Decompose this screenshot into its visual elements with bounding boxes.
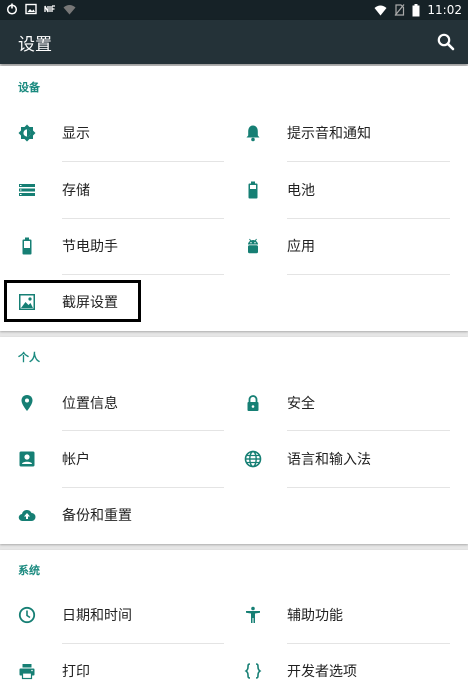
battery-icon: [412, 3, 420, 16]
section-personal: 个人 位置信息 安全 帐户 语言和输入法 备份和重置: [0, 337, 468, 544]
settings-item-backup-reset[interactable]: 备份和重置: [0, 487, 234, 543]
settings-item-storage[interactable]: 存储: [0, 162, 234, 218]
settings-item-printing[interactable]: 打印: [0, 643, 234, 686]
settings-item-sound-notification[interactable]: 提示音和通知: [234, 105, 468, 161]
settings-item-developer-options[interactable]: 开发者选项: [234, 643, 468, 686]
settings-item-label: 开发者选项: [287, 664, 357, 680]
settings-item-label: 安全: [287, 396, 315, 412]
account-icon: [19, 451, 35, 467]
settings-item-language-input[interactable]: 语言和输入法: [234, 431, 468, 487]
accessibility-icon: [246, 606, 260, 623]
settings-item-label: 打印: [62, 664, 90, 680]
section-system: 系统 日期和时间 辅助功能 打印 开发者选项: [0, 550, 468, 686]
highlight-box: [4, 280, 141, 322]
settings-item-label: 语言和输入法: [287, 452, 371, 468]
settings-item-date-time[interactable]: 日期和时间: [0, 587, 234, 643]
settings-item-display[interactable]: 显示: [0, 105, 234, 161]
settings-item-battery[interactable]: 电池: [234, 162, 468, 218]
globe-icon: [244, 450, 262, 468]
settings-item-accounts[interactable]: 帐户: [0, 431, 234, 487]
settings-item-label: 辅助功能: [287, 608, 343, 624]
location-pin-icon: [21, 395, 33, 411]
section-device: 设备 显示 提示音和通知 存储 电池 节电助手 应用 截屏设置: [0, 66, 468, 331]
settings-item-apps[interactable]: 应用: [234, 218, 468, 274]
wifi-icon: [63, 5, 76, 15]
settings-item-label: 日期和时间: [62, 608, 132, 624]
settings-item-label: 电池: [287, 183, 315, 199]
settings-item-security[interactable]: 安全: [234, 375, 468, 431]
settings-item-label: 帐户: [62, 452, 90, 468]
cloud-upload-icon: [18, 509, 36, 522]
battery-saver-icon: [22, 237, 32, 255]
section-header-system: 系统: [18, 564, 40, 577]
battery-icon: [248, 181, 258, 199]
settings-item-label: 显示: [62, 126, 90, 142]
settings-item-accessibility[interactable]: 辅助功能: [234, 587, 468, 643]
braces-icon: [244, 663, 262, 679]
bell-icon: [246, 125, 260, 142]
settings-item-label: 提示音和通知: [287, 126, 371, 142]
image-icon: [25, 3, 37, 15]
settings-item-power-saver[interactable]: 节电助手: [0, 218, 234, 274]
status-bar: 11:02: [0, 0, 468, 20]
settings-item-location[interactable]: 位置信息: [0, 375, 234, 431]
no-sim-icon: [394, 4, 405, 16]
printer-icon: [19, 664, 35, 680]
settings-item-label: 备份和重置: [62, 508, 132, 524]
lock-icon: [247, 395, 259, 411]
status-clock: 11:02: [427, 3, 462, 17]
page-title: 设置: [18, 35, 52, 55]
storage-icon: [19, 184, 35, 196]
section-header-device: 设备: [18, 81, 40, 94]
android-icon: [248, 238, 258, 254]
clock-icon: [18, 606, 36, 624]
app-bar: 设置: [0, 20, 468, 64]
nfc-icon: [44, 5, 55, 13]
settings-item-label: 应用: [287, 239, 315, 255]
power-icon: [6, 3, 18, 15]
section-header-personal: 个人: [18, 351, 40, 364]
settings-item-label: 存储: [62, 183, 90, 199]
settings-item-label: 位置信息: [62, 396, 118, 412]
search-icon[interactable]: [436, 32, 456, 52]
settings-item-label: 节电助手: [62, 239, 118, 255]
brightness-icon: [18, 124, 36, 142]
wifi-signal-icon: [374, 5, 387, 16]
